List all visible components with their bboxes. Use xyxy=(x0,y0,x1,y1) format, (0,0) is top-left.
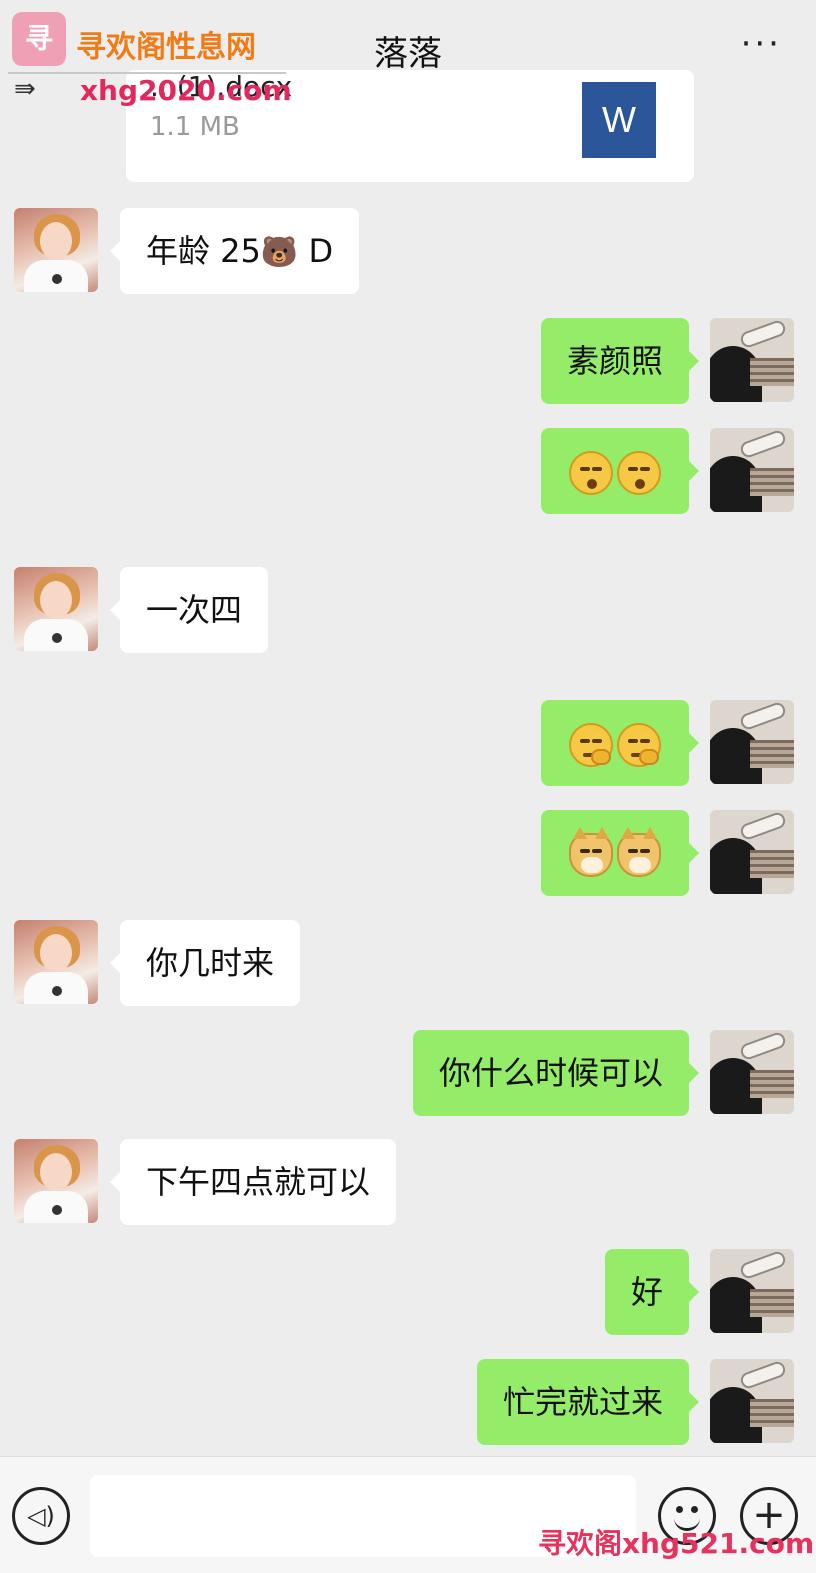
bear-emoji-icon: 🐻 xyxy=(260,235,299,270)
kiss-face-emoji-icon xyxy=(569,451,613,495)
received-message[interactable]: 一次四 xyxy=(109,567,269,653)
my-avatar[interactable] xyxy=(710,428,794,512)
message-text: 一次四 xyxy=(146,591,243,629)
sent-message[interactable]: 忙完就过来 xyxy=(476,1359,700,1445)
message-text: D xyxy=(298,232,334,270)
smirk-face-emoji-icon xyxy=(617,723,661,767)
my-avatar[interactable] xyxy=(710,1249,794,1333)
watermark-url: xhg2020.com xyxy=(80,74,292,107)
doge-emoji-icon xyxy=(617,827,661,877)
received-message[interactable]: 你几时来 xyxy=(109,920,301,1006)
sent-message[interactable] xyxy=(541,810,699,896)
my-avatar[interactable] xyxy=(710,1030,794,1114)
contact-avatar[interactable] xyxy=(14,208,98,292)
my-avatar[interactable] xyxy=(710,700,794,784)
kiss-face-emoji-icon xyxy=(617,451,661,495)
watermark-bottom-text: 寻欢阁xhg521.com xyxy=(538,1527,815,1560)
message-text: 好 xyxy=(630,1273,663,1311)
file-size: 1.1 MB xyxy=(150,112,240,142)
contact-avatar[interactable] xyxy=(14,567,98,651)
message-text: 年龄 25 xyxy=(146,232,261,270)
sent-message[interactable]: 好 xyxy=(604,1249,700,1335)
message-text: 下午四点就可以 xyxy=(146,1163,371,1201)
my-avatar[interactable] xyxy=(710,318,794,402)
contact-avatar[interactable] xyxy=(14,1139,98,1223)
smirk-face-emoji-icon xyxy=(569,723,613,767)
received-message[interactable]: 下午四点就可以 xyxy=(109,1139,397,1225)
sent-message[interactable] xyxy=(541,700,699,786)
word-document-icon: W xyxy=(582,82,656,158)
message-text: 忙完就过来 xyxy=(502,1383,663,1421)
sent-message[interactable]: 你什么时候可以 xyxy=(412,1030,700,1116)
watermark-site-name: 寻欢阁性息网 xyxy=(76,30,256,65)
contact-avatar[interactable] xyxy=(14,920,98,1004)
message-text: 素颜照 xyxy=(566,342,663,380)
my-avatar[interactable] xyxy=(710,1359,794,1443)
message-text: 你什么时候可以 xyxy=(438,1054,663,1092)
watermark-arrow-icon: ⇛ xyxy=(14,74,36,104)
sent-message[interactable]: 素颜照 xyxy=(540,318,700,404)
my-avatar[interactable] xyxy=(710,810,794,894)
received-message[interactable]: 年龄 25🐻 D xyxy=(109,208,360,294)
watermark-logo: 寻 xyxy=(12,12,66,66)
voice-input-icon[interactable]: ◁) xyxy=(12,1487,70,1545)
doge-emoji-icon xyxy=(569,827,613,877)
message-text: 你几时来 xyxy=(146,944,275,982)
sent-message[interactable] xyxy=(541,428,699,514)
more-options-icon[interactable]: ··· xyxy=(741,27,782,61)
